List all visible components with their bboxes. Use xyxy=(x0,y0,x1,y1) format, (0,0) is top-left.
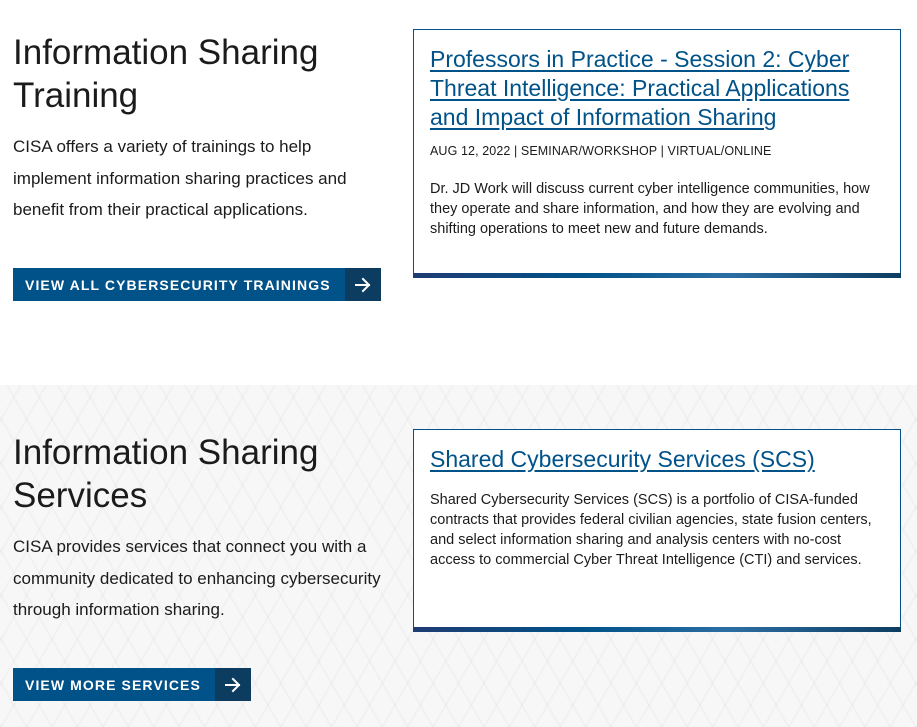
training-intro: Information Sharing Training CISA offers… xyxy=(13,31,383,226)
arrow-right-icon xyxy=(214,668,251,701)
training-description: CISA offers a variety of trainings to he… xyxy=(13,137,347,219)
services-intro: Information Sharing Services CISA provid… xyxy=(13,431,383,626)
training-event-card: Professors in Practice - Session 2: Cybe… xyxy=(413,29,901,278)
scs-service-card: Shared Cybersecurity Services (SCS) Shar… xyxy=(413,429,901,632)
training-heading: Information Sharing Training xyxy=(13,33,319,115)
arrow-right-icon xyxy=(344,268,381,301)
training-section: Information Sharing Training CISA offers… xyxy=(0,0,917,385)
view-more-services-button[interactable]: VIEW MORE SERVICES xyxy=(13,668,251,701)
view-all-trainings-label: VIEW ALL CYBERSECURITY TRAININGS xyxy=(25,276,331,293)
scs-title-link[interactable]: Shared Cybersecurity Services (SCS) xyxy=(430,445,884,474)
view-all-trainings-button[interactable]: VIEW ALL CYBERSECURITY TRAININGS xyxy=(13,268,381,301)
scs-description: Shared Cybersecurity Services (SCS) is a… xyxy=(430,492,872,568)
services-description: CISA provides services that connect you … xyxy=(13,537,381,619)
training-event-meta: AUG 12, 2022 | SEMINAR/WORKSHOP | VIRTUA… xyxy=(430,144,772,158)
training-event-description: Dr. JD Work will discuss current cyber i… xyxy=(430,181,870,237)
view-more-services-label: VIEW MORE SERVICES xyxy=(25,676,201,693)
training-event-title-link[interactable]: Professors in Practice - Session 2: Cybe… xyxy=(430,45,884,132)
services-heading: Information Sharing Services xyxy=(13,433,319,515)
